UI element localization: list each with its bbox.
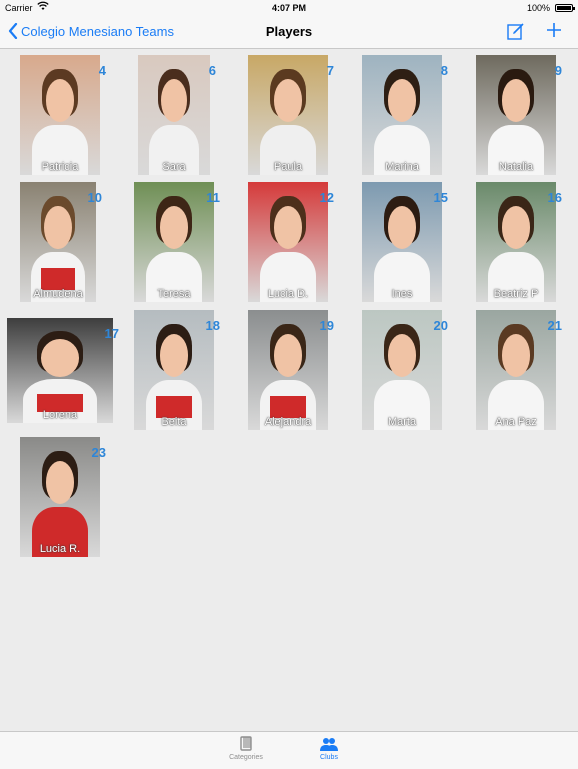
player-photo: Beita	[134, 310, 214, 430]
book-icon	[240, 736, 252, 751]
player-photo: Lucia D.	[248, 182, 328, 302]
player-tile[interactable]: Patricia 4	[20, 55, 106, 175]
player-photo: Lucia R.	[20, 437, 100, 557]
battery-percent: 100%	[526, 3, 550, 13]
player-name: Lorena	[42, 409, 78, 421]
player-photo: Almudena	[20, 182, 96, 302]
player-tile[interactable]: Marina 8	[362, 55, 448, 175]
player-name: Almudena	[33, 288, 83, 300]
tab-bar: Categories Clubs	[0, 731, 578, 769]
player-tile[interactable]: Lorena 17	[7, 318, 119, 423]
player-number: 9	[554, 63, 562, 78]
player-photo: Lorena	[7, 318, 113, 423]
player-number: 11	[206, 190, 220, 205]
time-label: 4:07 PM	[271, 3, 306, 13]
tab-clubs[interactable]: Clubs	[299, 736, 359, 761]
player-number: 17	[104, 326, 119, 341]
player-number: 12	[319, 190, 334, 205]
player-name: Beatriz P	[493, 288, 539, 300]
player-number: 10	[87, 190, 102, 205]
player-number: 21	[547, 318, 562, 333]
player-photo: Marina	[362, 55, 442, 175]
player-tile[interactable]: Paula 7	[248, 55, 334, 175]
tab-categories-label: Categories	[229, 754, 263, 761]
player-photo: Alejandra	[248, 310, 328, 430]
player-tile[interactable]: Lucia D. 12	[248, 182, 334, 302]
player-tile[interactable]: Lucia R. 23	[20, 437, 106, 557]
player-tile[interactable]: Sara 6	[138, 55, 216, 175]
player-number: 18	[205, 318, 220, 333]
player-tile[interactable]: Teresa 11	[134, 182, 220, 302]
player-tile[interactable]: Natalia 9	[476, 55, 562, 175]
player-tile[interactable]: Alejandra 19	[248, 310, 334, 430]
player-name: Teresa	[157, 288, 191, 300]
player-name: Alejandra	[264, 416, 312, 428]
player-name: Paula	[273, 161, 303, 173]
player-photo: Paula	[248, 55, 328, 175]
add-player-button[interactable]	[544, 20, 564, 40]
tab-categories[interactable]: Categories	[216, 736, 276, 761]
status-bar: Carrier 4:07 PM 100%	[0, 0, 578, 16]
player-photo: Ana Paz	[476, 310, 556, 430]
player-number: 7	[326, 63, 334, 78]
player-number: 4	[98, 63, 106, 78]
player-photo: Patricia	[20, 55, 100, 175]
player-name: Marta	[387, 416, 417, 428]
player-tile[interactable]: Beita 18	[134, 310, 220, 430]
player-number: 16	[547, 190, 562, 205]
player-photo: Beatriz P	[476, 182, 556, 302]
player-number: 15	[433, 190, 448, 205]
player-photo: Natalia	[476, 55, 556, 175]
player-number: 23	[91, 445, 106, 460]
player-number: 8	[440, 63, 448, 78]
player-number: 6	[208, 63, 216, 78]
player-name: Sara	[162, 161, 186, 173]
tab-clubs-label: Clubs	[320, 754, 338, 761]
player-photo: Marta	[362, 310, 442, 430]
compose-button[interactable]	[507, 22, 525, 40]
player-tile[interactable]: Ana Paz 21	[476, 310, 562, 430]
player-name: Marina	[385, 161, 419, 173]
player-name: Beita	[161, 416, 187, 428]
player-tile[interactable]: Marta 20	[362, 310, 448, 430]
player-name: Ines	[391, 288, 413, 300]
compose-icon	[507, 23, 524, 40]
player-name: Patricia	[41, 161, 79, 173]
player-photo: Teresa	[134, 182, 214, 302]
players-grid: Patricia 4 Sara 6 Paula 7 Marina 8 Natalia 9 Almud…	[0, 49, 578, 731]
player-photo: Ines	[362, 182, 442, 302]
player-number: 20	[433, 318, 448, 333]
navigation-bar: Colegio Menesiano Teams Players	[0, 16, 578, 49]
player-name: Natalia	[498, 161, 534, 173]
battery-icon	[555, 4, 575, 12]
player-tile[interactable]: Ines 15	[362, 182, 448, 302]
player-name: Ana Paz	[495, 416, 537, 428]
player-name: Lucia D.	[267, 288, 309, 300]
player-photo: Sara	[138, 55, 210, 175]
player-tile[interactable]: Almudena 10	[20, 182, 102, 302]
player-tile[interactable]: Beatriz P 16	[476, 182, 562, 302]
player-name: Lucia R.	[39, 543, 81, 555]
player-number: 19	[319, 318, 334, 333]
page-title: Players	[265, 24, 313, 39]
plus-icon	[547, 23, 561, 37]
people-icon	[320, 738, 338, 751]
